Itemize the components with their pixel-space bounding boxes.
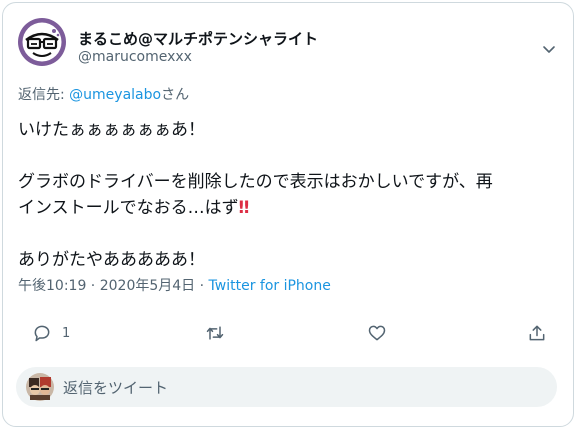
tweet-line: インストールでなおる…はず xyxy=(18,198,239,218)
share-button[interactable] xyxy=(527,321,547,345)
reply-to-suffix: さん xyxy=(161,87,190,103)
tweet-card: まるこめ@マルチポテンシャライト @marucomexxx 返信先: @umey… xyxy=(2,2,574,427)
retweet-icon xyxy=(206,326,224,340)
tweet-line: ありがたやあああああ！ xyxy=(18,250,205,270)
tweet-time[interactable]: 午後10:19 xyxy=(18,278,86,294)
share-icon xyxy=(529,325,545,341)
reply-placeholder: 返信をツイート xyxy=(63,379,169,397)
tweet-source[interactable]: Twitter for iPhone xyxy=(209,278,331,294)
retweet-button[interactable] xyxy=(205,321,225,345)
reply-to-line: 返信先: @umeyalaboさん xyxy=(18,84,189,104)
tweet-line: いけたぁぁぁぁぁぁあ！ xyxy=(18,120,205,140)
tweet-line: グラボのドライバーを削除したので表示はおかしいですが、再 xyxy=(18,172,493,192)
chevron-down-icon[interactable] xyxy=(539,39,559,59)
author-handle[interactable]: @marucomexxx xyxy=(78,49,192,65)
double-exclamation-emoji: ‼ xyxy=(238,198,250,218)
reply-button[interactable]: 1 xyxy=(32,321,70,345)
tweet-text: いけたぁぁぁぁぁぁあ！ グラボのドライバーを削除したので表示はおかしいですが、再… xyxy=(18,117,558,273)
heart-icon xyxy=(368,325,386,341)
reply-icon xyxy=(34,325,50,342)
tweet-line-with-emphasis: インストールでなおる…はず‼ xyxy=(18,195,558,221)
author-avatar[interactable] xyxy=(18,18,66,66)
author-name[interactable]: まるこめ@マルチポテンシャライト xyxy=(78,28,318,49)
reply-to-mention[interactable]: @umeyalabo xyxy=(69,87,161,103)
like-button[interactable] xyxy=(367,321,387,345)
reply-count: 1 xyxy=(62,325,71,341)
reply-compose-box[interactable]: 返信をツイート xyxy=(16,367,557,407)
reply-to-prefix: 返信先: xyxy=(18,87,70,103)
tweet-date[interactable]: 2020年5月4日 xyxy=(100,278,195,294)
tweet-meta: 午後10:19 · 2020年5月4日 · Twitter for iPhone xyxy=(18,275,331,295)
tweet-actions: 1 xyxy=(3,315,575,351)
meta-separator: · xyxy=(86,278,100,294)
current-user-avatar xyxy=(26,373,54,401)
meta-separator: · xyxy=(195,278,209,294)
